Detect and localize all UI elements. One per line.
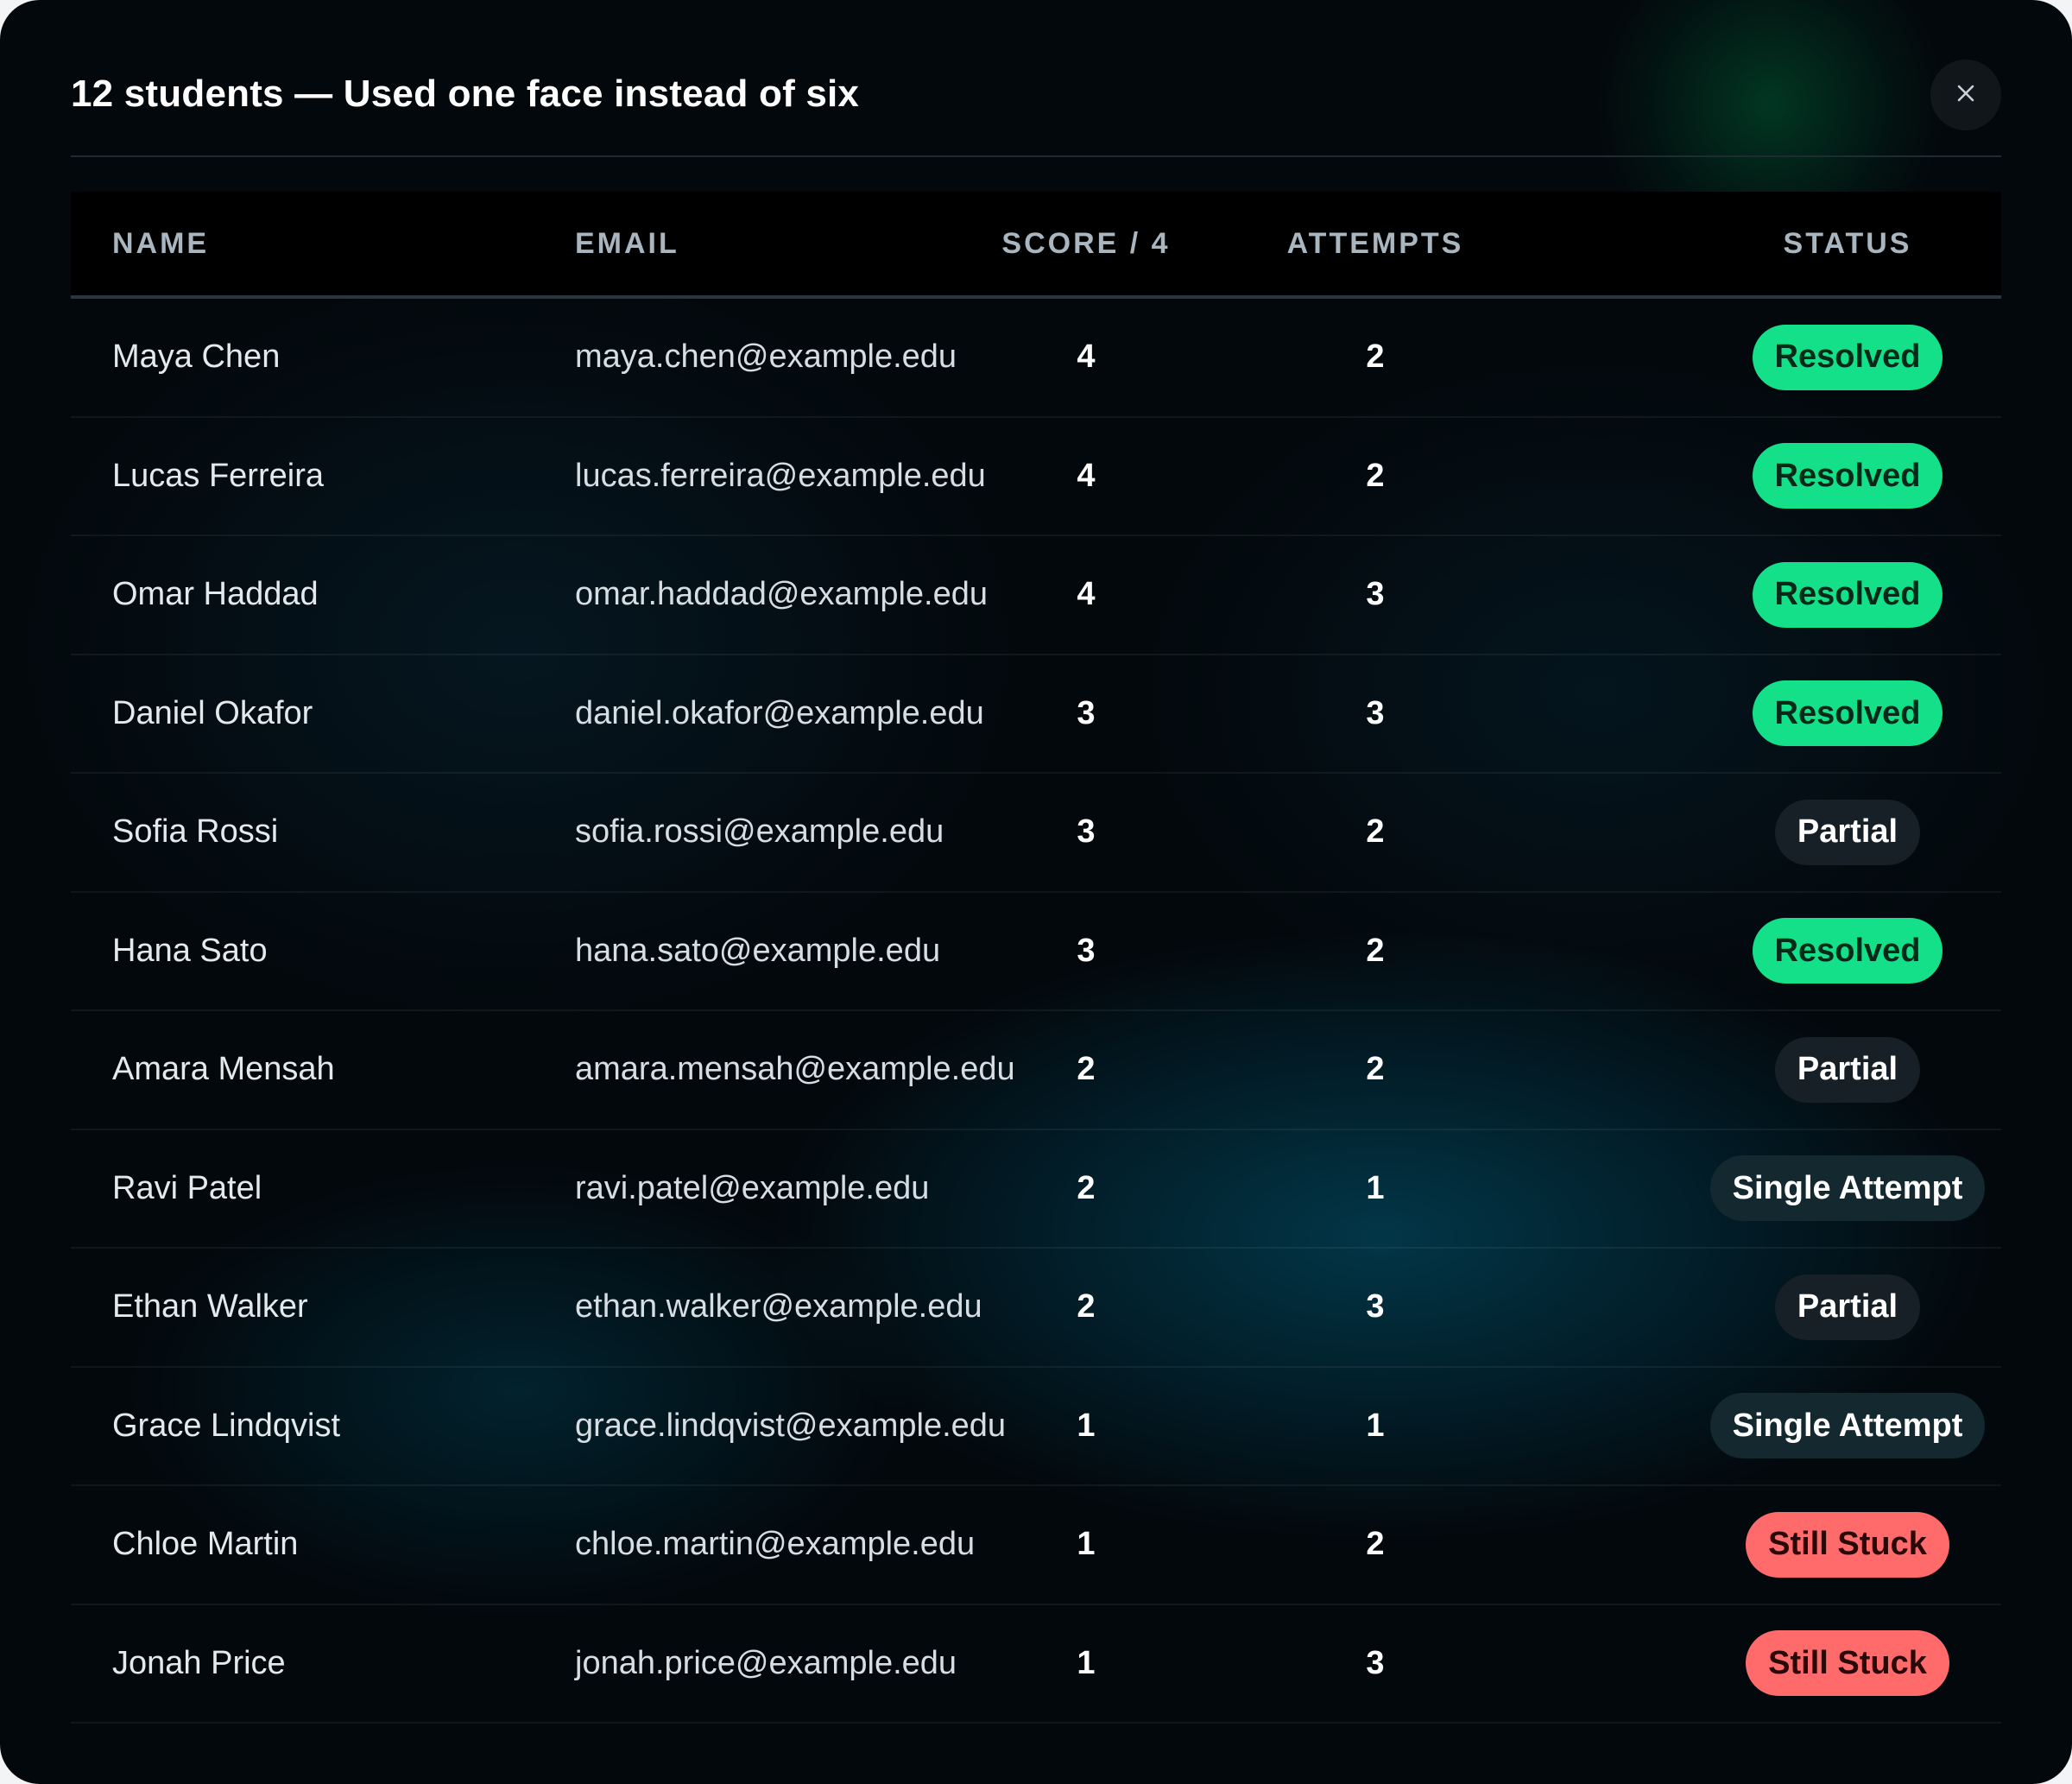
student-attempts: 2 [1366,813,1385,851]
student-score: 3 [1077,813,1096,851]
table-row[interactable]: Lucas Ferreira lucas.ferreira@example.edu… [71,418,2001,536]
student-name: Chloe Martin [112,1526,299,1563]
student-email[interactable]: maya.chen@example.edu [575,299,957,416]
status-cell: Resolved [1589,655,2072,773]
table-row[interactable]: Amara Mensah amara.mensah@example.edu 2 2 Pa… [71,1011,2001,1130]
status-badge: Still Stuck [1746,1630,1949,1697]
student-email[interactable]: daniel.okafor@example.edu [575,655,984,773]
student-attempts: 2 [1366,932,1385,969]
student-attempts: 2 [1366,457,1385,494]
student-name: Amara Mensah [112,1051,335,1088]
modal-title: 12 students — Used one face instead of s… [71,73,860,115]
student-attempts: 3 [1366,576,1385,613]
table-row[interactable]: Hana Sato hana.sato@example.edu 3 2 Resolved [71,893,2001,1011]
status-cell: Single Attempt [1589,1368,2072,1485]
student-email[interactable]: amara.mensah@example.edu [575,1011,1015,1129]
student-name: Omar Haddad [112,576,319,613]
table-row[interactable]: Ravi Patel ravi.patel@example.edu 2 1 Single… [71,1130,2001,1249]
students-modal: 12 students — Used one face instead of s… [0,0,2072,1784]
table-row[interactable]: Maya Chen maya.chen@example.edu 4 2 Resolved [71,299,2001,418]
student-score: 4 [1077,338,1096,376]
student-attempts: 3 [1366,694,1385,731]
column-header-name[interactable]: NAME [112,192,209,295]
table-body: Maya Chen maya.chen@example.edu 4 2 Resolved… [71,299,2001,1724]
status-cell: Partial [1589,1249,2072,1366]
student-name: Ethan Walker [112,1288,308,1325]
student-email[interactable]: ravi.patel@example.edu [575,1130,929,1248]
student-attempts: 1 [1366,1169,1385,1206]
status-badge: Resolved [1752,918,1943,984]
close-button[interactable] [1930,60,2001,130]
header-divider [71,155,2001,157]
student-email[interactable]: grace.lindqvist@example.edu [575,1368,1006,1485]
student-email[interactable]: omar.haddad@example.edu [575,536,988,654]
status-cell: Single Attempt [1589,1130,2072,1248]
student-name: Sofia Rossi [112,813,279,851]
status-cell: Resolved [1589,893,2072,1010]
student-name: Lucas Ferreira [112,457,324,494]
table-row[interactable]: Grace Lindqvist grace.lindqvist@example.e… [71,1368,2001,1486]
status-cell: Resolved [1589,418,2072,535]
student-score: 2 [1077,1288,1096,1325]
student-attempts: 2 [1366,1051,1385,1088]
student-name: Daniel Okafor [112,694,313,731]
students-table: NAME EMAIL SCORE / 4 ATTEMPTS STATUS May… [71,192,2001,1724]
table-header: NAME EMAIL SCORE / 4 ATTEMPTS STATUS [71,192,2001,299]
student-score: 3 [1077,932,1096,969]
student-email[interactable]: hana.sato@example.edu [575,893,940,1010]
status-badge: Resolved [1752,561,1943,628]
table-row[interactable]: Chloe Martin chloe.martin@example.edu 1 2 St… [71,1486,2001,1605]
table-row[interactable]: Jonah Price jonah.price@example.edu 1 3 Stil… [71,1605,2001,1724]
status-cell: Still Stuck [1589,1605,2072,1723]
status-badge: Partial [1774,799,1921,865]
table-row[interactable]: Daniel Okafor daniel.okafor@example.edu 3 3… [71,655,2001,774]
column-header-status[interactable]: STATUS [1589,192,2072,295]
status-badge: Single Attempt [1709,1155,1986,1222]
student-name: Jonah Price [112,1644,286,1681]
student-attempts: 3 [1366,1288,1385,1325]
close-icon [1956,84,1975,107]
status-badge: Partial [1774,1274,1921,1340]
status-cell: Resolved [1589,536,2072,654]
student-score: 1 [1077,1526,1096,1563]
student-name: Grace Lindqvist [112,1407,341,1444]
column-header-email[interactable]: EMAIL [575,192,679,295]
status-badge: Resolved [1752,680,1943,747]
student-score: 2 [1077,1051,1096,1088]
student-attempts: 2 [1366,1526,1385,1563]
status-badge: Single Attempt [1709,1393,1986,1459]
status-badge: Partial [1774,1036,1921,1103]
status-cell: Partial [1589,774,2072,891]
student-email[interactable]: chloe.martin@example.edu [575,1486,975,1604]
student-email[interactable]: ethan.walker@example.edu [575,1249,982,1366]
student-email[interactable]: jonah.price@example.edu [575,1605,957,1723]
status-cell: Resolved [1589,299,2072,416]
status-badge: Resolved [1752,443,1943,509]
student-score: 1 [1077,1644,1096,1681]
student-email[interactable]: lucas.ferreira@example.edu [575,418,986,535]
student-score: 4 [1077,457,1096,494]
student-name: Maya Chen [112,338,281,376]
student-attempts: 1 [1366,1407,1385,1444]
table-row[interactable]: Omar Haddad omar.haddad@example.edu 4 3 Reso… [71,536,2001,655]
student-score: 2 [1077,1169,1096,1206]
status-badge: Still Stuck [1746,1511,1949,1578]
student-attempts: 2 [1366,338,1385,376]
column-header-attempts[interactable]: ATTEMPTS [1134,192,1617,295]
student-name: Ravi Patel [112,1169,262,1206]
student-score: 1 [1077,1407,1096,1444]
status-cell: Partial [1589,1011,2072,1129]
student-email[interactable]: sofia.rossi@example.edu [575,774,944,891]
student-score: 4 [1077,576,1096,613]
student-score: 3 [1077,694,1096,731]
table-row[interactable]: Ethan Walker ethan.walker@example.edu 2 3 Pa… [71,1249,2001,1368]
student-name: Hana Sato [112,932,268,969]
table-row[interactable]: Sofia Rossi sofia.rossi@example.edu 3 2 Part… [71,774,2001,893]
student-attempts: 3 [1366,1644,1385,1681]
status-cell: Still Stuck [1589,1486,2072,1604]
status-badge: Resolved [1752,324,1943,390]
